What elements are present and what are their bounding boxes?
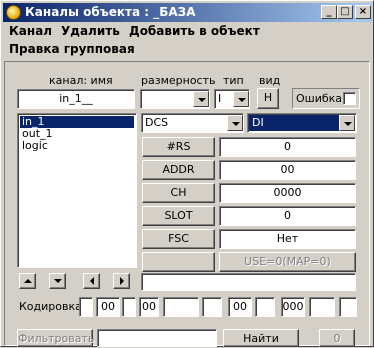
ch-field[interactable]: 0000	[219, 183, 356, 203]
encoding-field-3[interactable]	[122, 297, 136, 317]
encoding-field-7[interactable]: 00	[228, 297, 252, 317]
filter-button[interactable]: Фильтровать	[17, 329, 94, 347]
encoding-field-9[interactable]: 000	[281, 297, 305, 317]
window: Каналы объекта : _БАЗА _ □ × Канал Удали…	[0, 0, 374, 347]
header-name: канал: имя	[49, 74, 113, 87]
encoding-field-2[interactable]: 00	[96, 297, 120, 317]
move-left-button[interactable]	[83, 273, 100, 289]
encoding-field-6[interactable]	[202, 297, 222, 317]
channel-name-input[interactable]: in_1__	[17, 89, 135, 109]
arrow-up-icon	[24, 279, 32, 283]
menu-kanal[interactable]: Канал	[9, 24, 52, 38]
ch-button[interactable]: CH	[142, 183, 215, 203]
header-dimension: размерность	[141, 74, 216, 87]
menu-udalit[interactable]: Удалить	[61, 24, 120, 38]
addr-field[interactable]: 00	[219, 160, 356, 180]
header-type: тип	[223, 74, 244, 87]
menu-pravka-gruppovaya[interactable]: Правка групповая	[9, 42, 135, 56]
comment-input[interactable]	[141, 273, 356, 291]
encoding-field-8[interactable]	[255, 297, 275, 317]
move-up-button[interactable]	[19, 273, 36, 289]
encoding-label: Кодировка	[19, 300, 82, 313]
find-button[interactable]: Найти	[223, 329, 299, 347]
fsc-field[interactable]: Нет	[219, 229, 356, 249]
app-icon	[6, 5, 21, 20]
rs-button[interactable]: #RS	[142, 137, 215, 157]
encoding-field-5[interactable]	[163, 297, 199, 317]
dimension-dropdown-arrow-icon[interactable]	[193, 91, 209, 107]
encoding-field-11[interactable]	[339, 297, 357, 317]
encoding-field-1[interactable]	[79, 297, 93, 317]
list-item[interactable]: logic	[20, 140, 50, 152]
slot-button[interactable]: SLOT	[142, 206, 215, 226]
addr-button[interactable]: ADDR	[142, 160, 215, 180]
type-value: I	[218, 92, 222, 105]
arrow-down-icon	[54, 279, 62, 283]
di-dropdown-arrow-icon[interactable]	[339, 115, 355, 131]
encoding-field-4[interactable]: 00	[139, 297, 159, 317]
arrow-right-icon	[120, 277, 124, 285]
dcs-dropdown-arrow-icon[interactable]	[227, 115, 243, 131]
arrow-left-icon	[90, 277, 94, 285]
fsc-button[interactable]: FSC	[142, 229, 215, 249]
type-dropdown-arrow-icon[interactable]	[233, 91, 249, 107]
filter-input[interactable]	[97, 329, 217, 347]
error-checkbox[interactable]	[343, 92, 356, 105]
maximize-button[interactable]: □	[337, 5, 353, 19]
header-view: вид	[259, 74, 281, 87]
title-bar[interactable]: Каналы объекта : _БАЗА _ □ ×	[3, 3, 372, 22]
close-button[interactable]: ×	[355, 5, 371, 19]
blank-button[interactable]	[142, 252, 215, 272]
move-right-button[interactable]	[113, 273, 130, 289]
di-value: DI	[249, 115, 339, 131]
move-down-button[interactable]	[49, 273, 66, 289]
slot-field[interactable]: 0	[219, 206, 356, 226]
window-title: Каналы объекта : _БАЗА	[25, 5, 196, 19]
encoding-field-10[interactable]	[309, 297, 335, 317]
menu-dobavit[interactable]: Добавить в объект	[129, 24, 260, 38]
error-label: Ошибка	[296, 92, 343, 105]
rs-field[interactable]: 0	[219, 137, 356, 157]
minimize-button[interactable]: _	[321, 5, 337, 19]
use-map-field: USE=0(MAP=0)	[219, 252, 356, 272]
channel-list[interactable]: in_1 out_1 logic	[17, 113, 137, 268]
counter-field: 0	[319, 329, 355, 347]
view-button[interactable]: H	[257, 88, 279, 109]
dcs-value: DCS	[145, 116, 169, 129]
